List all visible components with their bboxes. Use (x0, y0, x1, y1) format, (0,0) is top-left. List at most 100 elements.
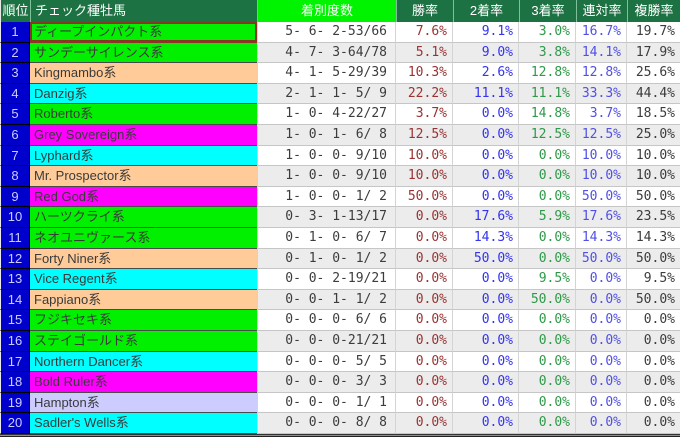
2nd-rate-cell[interactable]: 0.0% (453, 290, 519, 311)
rank-cell[interactable]: 1 (0, 22, 30, 43)
2nd-rate-cell[interactable]: 0.0% (453, 125, 519, 146)
3rd-rate-cell[interactable]: 0.0% (519, 249, 576, 270)
2nd-rate-cell[interactable]: 0.0% (453, 413, 519, 434)
finish-counts-cell[interactable]: 4- 7- 3-64/78 (257, 43, 396, 64)
fukusho-rate-cell[interactable]: 17.9% (627, 43, 680, 64)
rentai-rate-cell[interactable]: 10.0% (576, 146, 627, 167)
fukusho-rate-cell[interactable]: 25.0% (627, 125, 680, 146)
header-finish-counts[interactable]: 着別度数 (257, 0, 396, 22)
rank-cell[interactable]: 6 (0, 125, 30, 146)
sire-name-cell[interactable]: Forty Niner系 (30, 249, 257, 270)
finish-counts-cell[interactable]: 2- 1- 1- 5/ 9 (257, 84, 396, 105)
win-rate-cell[interactable]: 0.0% (396, 290, 453, 311)
win-rate-cell[interactable]: 12.5% (396, 125, 453, 146)
rentai-rate-cell[interactable]: 0.0% (576, 331, 627, 352)
3rd-rate-cell[interactable]: 50.0% (519, 290, 576, 311)
rentai-rate-cell[interactable]: 3.7% (576, 104, 627, 125)
win-rate-cell[interactable]: 0.0% (396, 310, 453, 331)
2nd-rate-cell[interactable]: 17.6% (453, 207, 519, 228)
rentai-rate-cell[interactable]: 50.0% (576, 249, 627, 270)
fukusho-rate-cell[interactable]: 0.0% (627, 331, 680, 352)
rentai-rate-cell[interactable]: 0.0% (576, 310, 627, 331)
finish-counts-cell[interactable]: 0- 0- 0- 8/ 8 (257, 413, 396, 434)
3rd-rate-cell[interactable]: 0.0% (519, 331, 576, 352)
finish-counts-cell[interactable]: 0- 0- 0- 3/ 3 (257, 372, 396, 393)
3rd-rate-cell[interactable]: 11.1% (519, 84, 576, 105)
fukusho-rate-cell[interactable]: 50.0% (627, 249, 680, 270)
2nd-rate-cell[interactable]: 9.0% (453, 43, 519, 64)
sire-name-cell[interactable]: Vice Regent系 (30, 269, 257, 290)
rentai-rate-cell[interactable]: 0.0% (576, 393, 627, 414)
2nd-rate-cell[interactable]: 0.0% (453, 352, 519, 373)
win-rate-cell[interactable]: 0.0% (396, 393, 453, 414)
fukusho-rate-cell[interactable]: 0.0% (627, 413, 680, 434)
header-3rd-rate[interactable]: 3着率 (519, 0, 576, 22)
win-rate-cell[interactable]: 10.0% (396, 166, 453, 187)
rentai-rate-cell[interactable]: 14.1% (576, 43, 627, 64)
3rd-rate-cell[interactable]: 0.0% (519, 413, 576, 434)
rentai-rate-cell[interactable]: 16.7% (576, 22, 627, 43)
win-rate-cell[interactable]: 0.0% (396, 207, 453, 228)
win-rate-cell[interactable]: 50.0% (396, 187, 453, 208)
rank-cell[interactable]: 2 (0, 43, 30, 64)
finish-counts-cell[interactable]: 1- 0- 0- 1/ 2 (257, 187, 396, 208)
fukusho-rate-cell[interactable]: 23.5% (627, 207, 680, 228)
2nd-rate-cell[interactable]: 2.6% (453, 63, 519, 84)
fukusho-rate-cell[interactable]: 25.6% (627, 63, 680, 84)
fukusho-rate-cell[interactable]: 9.5% (627, 269, 680, 290)
fukusho-rate-cell[interactable]: 18.5% (627, 104, 680, 125)
3rd-rate-cell[interactable]: 5.9% (519, 207, 576, 228)
win-rate-cell[interactable]: 10.3% (396, 63, 453, 84)
finish-counts-cell[interactable]: 5- 6- 2-53/66 (257, 22, 396, 43)
finish-counts-cell[interactable]: 0- 1- 0- 1/ 2 (257, 249, 396, 270)
finish-counts-cell[interactable]: 1- 0- 1- 6/ 8 (257, 125, 396, 146)
fukusho-rate-cell[interactable]: 50.0% (627, 290, 680, 311)
rank-cell[interactable]: 19 (0, 393, 30, 414)
rank-cell[interactable]: 8 (0, 166, 30, 187)
sire-name-cell[interactable]: Grey Sovereign系 (30, 125, 257, 146)
win-rate-cell[interactable]: 10.0% (396, 146, 453, 167)
header-sire-name[interactable]: チェック種牡馬 (30, 0, 257, 22)
2nd-rate-cell[interactable]: 14.3% (453, 228, 519, 249)
win-rate-cell[interactable]: 7.6% (396, 22, 453, 43)
3rd-rate-cell[interactable]: 0.0% (519, 166, 576, 187)
rentai-rate-cell[interactable]: 12.8% (576, 63, 627, 84)
rentai-rate-cell[interactable]: 0.0% (576, 269, 627, 290)
rank-cell[interactable]: 18 (0, 372, 30, 393)
finish-counts-cell[interactable]: 1- 0- 0- 9/10 (257, 146, 396, 167)
2nd-rate-cell[interactable]: 0.0% (453, 310, 519, 331)
sire-name-cell[interactable]: フジキセキ系 (30, 310, 257, 331)
win-rate-cell[interactable]: 0.0% (396, 249, 453, 270)
sire-name-cell[interactable]: サンデーサイレンス系 (30, 43, 257, 64)
fukusho-rate-cell[interactable]: 0.0% (627, 310, 680, 331)
rank-cell[interactable]: 12 (0, 249, 30, 270)
win-rate-cell[interactable]: 3.7% (396, 104, 453, 125)
rank-cell[interactable]: 10 (0, 207, 30, 228)
finish-counts-cell[interactable]: 1- 0- 4-22/27 (257, 104, 396, 125)
3rd-rate-cell[interactable]: 3.0% (519, 22, 576, 43)
rentai-rate-cell[interactable]: 10.0% (576, 166, 627, 187)
3rd-rate-cell[interactable]: 14.8% (519, 104, 576, 125)
2nd-rate-cell[interactable]: 0.0% (453, 146, 519, 167)
rank-cell[interactable]: 9 (0, 187, 30, 208)
sire-name-cell[interactable]: ステイゴールド系 (30, 331, 257, 352)
win-rate-cell[interactable]: 0.0% (396, 352, 453, 373)
finish-counts-cell[interactable]: 0- 0- 1- 1/ 2 (257, 290, 396, 311)
win-rate-cell[interactable]: 0.0% (396, 372, 453, 393)
3rd-rate-cell[interactable]: 0.0% (519, 146, 576, 167)
rentai-rate-cell[interactable]: 12.5% (576, 125, 627, 146)
header-win-rate[interactable]: 勝率 (396, 0, 453, 22)
sire-name-cell[interactable]: Sadler's Wells系 (30, 413, 257, 434)
sire-name-cell[interactable]: Red God系 (30, 187, 257, 208)
fukusho-rate-cell[interactable]: 10.0% (627, 146, 680, 167)
rentai-rate-cell[interactable]: 0.0% (576, 290, 627, 311)
sire-name-cell[interactable]: Mr. Prospector系 (30, 166, 257, 187)
rentai-rate-cell[interactable]: 50.0% (576, 187, 627, 208)
rentai-rate-cell[interactable]: 0.0% (576, 372, 627, 393)
rentai-rate-cell[interactable]: 17.6% (576, 207, 627, 228)
2nd-rate-cell[interactable]: 0.0% (453, 166, 519, 187)
win-rate-cell[interactable]: 5.1% (396, 43, 453, 64)
sire-name-cell[interactable]: Kingmambo系 (30, 63, 257, 84)
fukusho-rate-cell[interactable]: 19.7% (627, 22, 680, 43)
header-2nd-rate[interactable]: 2着率 (453, 0, 519, 22)
